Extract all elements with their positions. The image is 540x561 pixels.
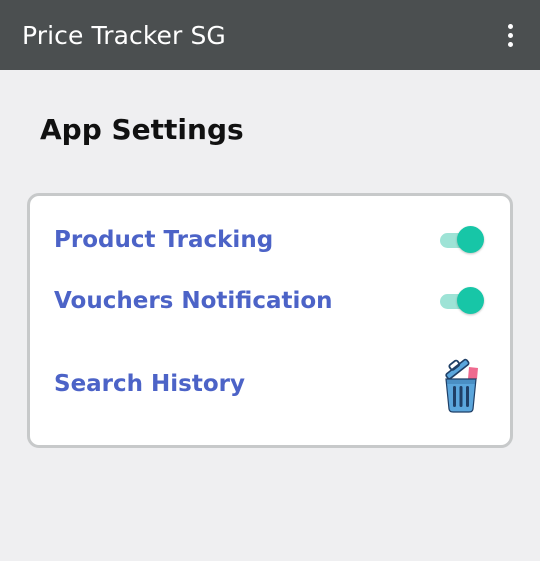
toggle-thumb [457, 226, 484, 253]
product-tracking-toggle[interactable] [438, 222, 484, 258]
app-bar: Price Tracker SG [0, 0, 540, 70]
more-vert-icon[interactable] [500, 20, 520, 50]
vouchers-notification-toggle[interactable] [438, 283, 484, 319]
menu-dot [507, 41, 513, 47]
toggle-thumb [457, 287, 484, 314]
setting-row-product-tracking: Product Tracking [54, 222, 484, 258]
menu-dot [507, 32, 513, 38]
page-title: App Settings [40, 113, 244, 146]
setting-row-vouchers-notification: Vouchers Notification [54, 283, 484, 319]
setting-label: Vouchers Notification [54, 288, 333, 314]
menu-dot [507, 23, 513, 29]
setting-label: Product Tracking [54, 227, 274, 253]
trash-bin-icon [445, 358, 478, 413]
settings-card: Product Tracking Vouchers Notification S… [27, 193, 513, 448]
setting-row-search-history: Search History [54, 354, 484, 414]
app-title: Price Tracker SG [22, 20, 226, 50]
clear-search-history-button[interactable] [436, 355, 484, 413]
setting-label: Search History [54, 371, 245, 397]
